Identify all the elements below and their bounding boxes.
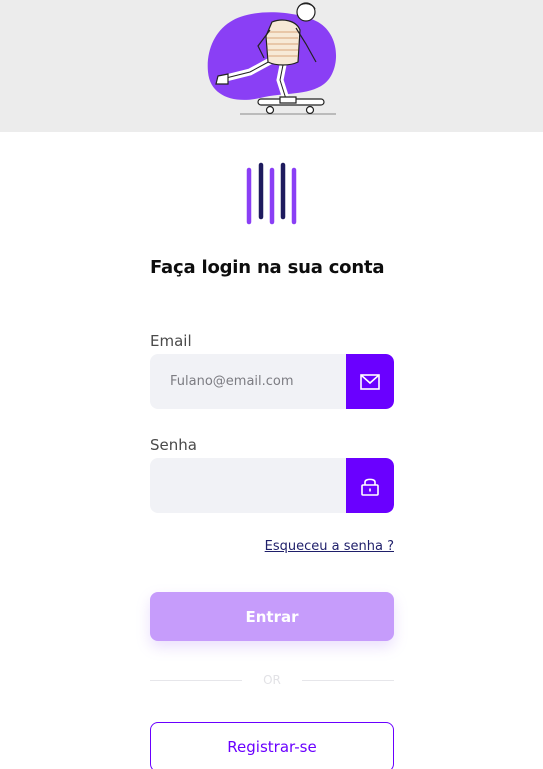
lock-icon <box>346 458 394 513</box>
register-button[interactable]: Registrar-se <box>150 722 394 769</box>
hero-banner <box>0 0 543 132</box>
skateboarder-illustration <box>207 2 337 115</box>
password-field-container <box>150 458 394 513</box>
bars-logo <box>244 162 300 226</box>
email-input[interactable] <box>150 354 346 409</box>
or-divider: OR <box>150 672 394 690</box>
divider-line-right <box>302 680 394 681</box>
forgot-password-link[interactable]: Esqueceu a senha ? <box>265 539 394 554</box>
password-label: Senha <box>150 436 197 454</box>
email-field-container <box>150 354 394 409</box>
page-title: Faça login na sua conta <box>150 257 385 278</box>
envelope-icon <box>346 354 394 409</box>
submit-button[interactable]: Entrar <box>150 592 394 641</box>
email-label: Email <box>150 332 192 350</box>
password-input[interactable] <box>150 458 346 513</box>
